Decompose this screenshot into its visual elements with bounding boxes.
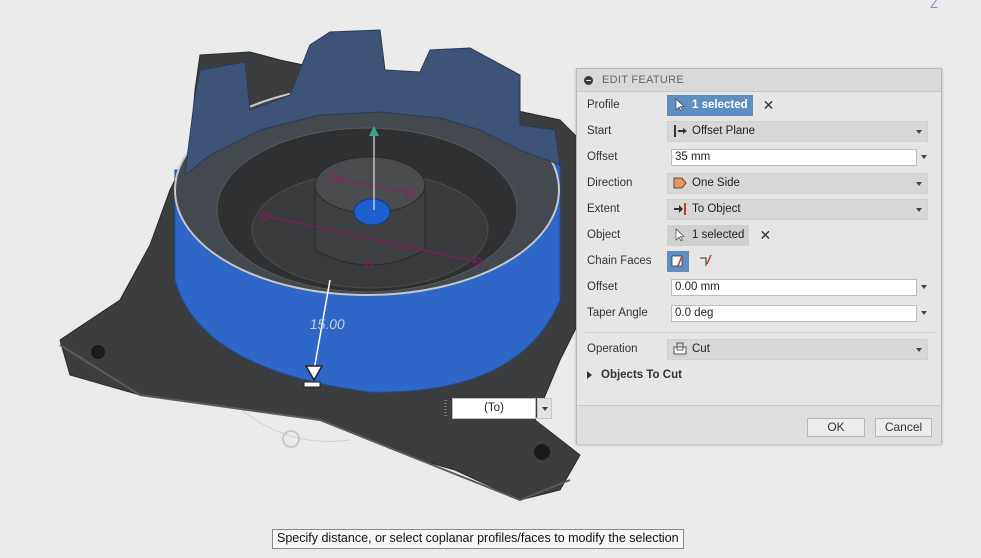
drag-grip[interactable] [444,400,447,418]
profile-label: Profile [587,99,620,111]
row-operation: Operation Cut [577,338,943,360]
row-chain-faces: Chain Faces [577,250,943,272]
chevron-right-icon [587,371,592,379]
offset2-input[interactable]: 0.00 mm [671,278,917,296]
one-side-icon [673,177,687,189]
extent-to-value[interactable]: (To) [452,398,536,419]
dialog-footer: OK Cancel [577,405,941,444]
extent-to-dropdown[interactable]: (To) [444,398,552,419]
cursor-arrow-icon [675,98,685,112]
mount-hole [91,345,105,359]
status-tooltip: Specify distance, or select coplanar pro… [272,529,684,549]
cancel-button[interactable]: Cancel [875,418,932,437]
profile-select-button[interactable]: 1 selected [667,94,753,116]
start-label: Start [587,125,612,137]
chain-faces-label: Chain Faces [587,255,652,267]
row-taper-angle: Taper Angle 0.0 deg [577,302,943,324]
row-start: Start Offset Plane [577,120,943,142]
operation-dropdown[interactable]: Cut [667,338,928,360]
cut-icon [673,342,687,355]
chain-faces-icon [671,255,683,267]
direction-label: Direction [587,177,633,189]
clear-object-icon[interactable]: ✕ [759,227,771,244]
chevron-down-icon [916,207,922,212]
taper-label: Taper Angle [587,307,648,319]
collapse-icon[interactable] [584,75,593,85]
start-value: Offset Plane [692,125,756,137]
clear-profile-icon[interactable]: ✕ [763,97,775,114]
chevron-down-icon[interactable] [921,155,927,159]
extent-label: Extent [587,203,620,215]
chevron-down-icon[interactable] [921,311,927,315]
object-label: Object [587,229,621,241]
chain-faces-off-button[interactable] [695,251,717,272]
extent-dropdown[interactable]: To Object [667,198,928,220]
start-dropdown[interactable]: Offset Plane [667,120,928,142]
dimension-label[interactable]: 15.00 [309,316,346,332]
row-offset-2: Offset 0.00 mm [577,276,943,298]
profile-value: 1 selected [692,99,748,111]
chevron-down-icon[interactable] [921,285,927,289]
direction-dropdown[interactable]: One Side [667,172,928,194]
row-direction: Direction One Side [577,172,943,194]
view-cube-axis-label: Z [930,0,938,11]
chain-faces-on-button[interactable] [667,250,689,272]
operation-value: Cut [692,343,710,355]
object-value: 1 selected [692,229,745,241]
operation-label: Operation [587,343,638,355]
mount-hole [534,444,550,460]
orbit-handle [282,430,300,448]
extent-value: To Object [692,203,741,215]
dialog-title: EDIT FEATURE [602,74,685,86]
offset2-label: Offset [587,281,618,293]
offset-label: Offset [587,151,618,163]
ok-button[interactable]: OK [807,418,865,437]
row-extent: Extent To Object [577,198,943,220]
objects-to-cut-expander[interactable]: Objects To Cut [587,369,682,381]
divider [585,332,935,333]
hub-bore [353,198,391,226]
row-profile: Profile 1 selected ✕ [577,94,943,116]
to-object-icon [674,203,686,215]
direction-value: One Side [692,177,740,189]
chevron-down-icon[interactable] [537,398,552,419]
taper-angle-input[interactable]: 0.0 deg [671,304,917,322]
chevron-down-icon [916,181,922,186]
chevron-down-icon [916,347,922,352]
row-offset: Offset 35 mm [577,146,943,168]
offset-input[interactable]: 35 mm [671,148,917,166]
objects-to-cut-label: Objects To Cut [601,369,682,381]
dialog-header: EDIT FEATURE [577,69,941,92]
edit-feature-dialog: EDIT FEATURE Profile 1 selected ✕ Start … [576,68,942,444]
row-object: Object 1 selected ✕ [577,224,943,246]
chevron-down-icon [916,129,922,134]
offset-plane-icon [674,125,687,137]
no-chain-icon [700,254,712,266]
object-select-button[interactable]: 1 selected [667,224,750,246]
distance-handle-base [303,381,321,388]
cursor-arrow-icon [675,228,685,242]
